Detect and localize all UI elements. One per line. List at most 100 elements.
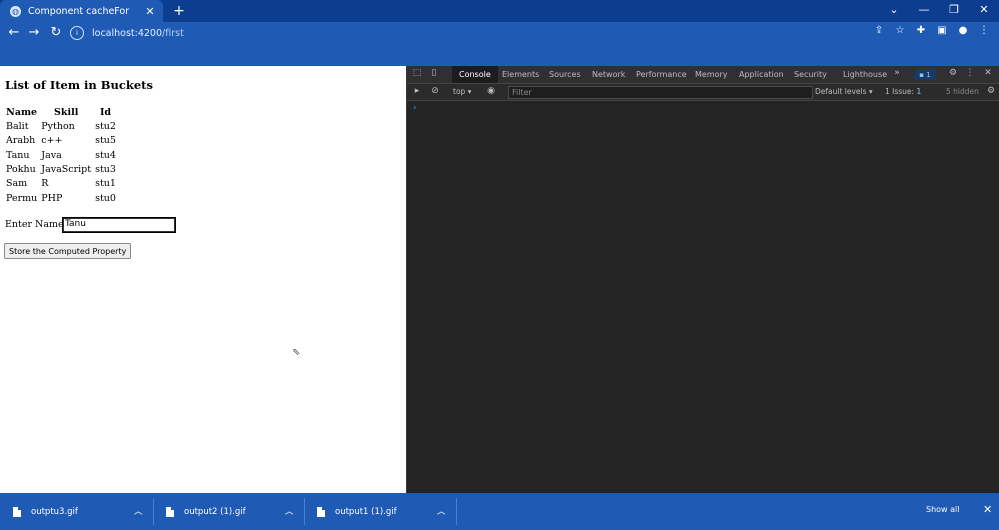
share-icon[interactable]: ⇪ [872,25,886,36]
cell-id: stu2 [95,121,116,133]
reload-button[interactable]: ↻ [48,25,64,40]
download-filename: output1 (1).gif [335,506,397,517]
chevron-up-icon[interactable]: ︿ [285,505,294,517]
close-tab-icon[interactable]: ✕ [143,5,157,18]
cell-skill: c++ [41,135,63,147]
cell-name: Sam [6,178,28,190]
column-header-skill: Skill [54,107,79,118]
page-content: List of Item in Buckets Name Skill Id Ba… [0,66,406,493]
cell-id: stu0 [95,192,116,204]
download-filename: outptu3.gif [31,506,78,517]
console-settings-icon[interactable]: ⚙ [985,86,997,96]
minimize-button[interactable]: — [909,0,939,22]
window-controls: ⌄ — ❐ ✕ [879,0,999,22]
show-all-button[interactable]: Show all [926,505,959,514]
bookmarks-bar [0,44,999,66]
download-separator [456,498,457,525]
download-separator [304,498,305,525]
log-levels-label: Default levels [815,87,867,96]
back-button[interactable]: ← [6,25,22,40]
column-header-id: Id [99,107,112,118]
tab-title: Component cacheFor [28,5,130,17]
site-info-icon[interactable]: i [70,26,84,40]
forward-button[interactable]: → [26,25,42,40]
devtools-tab-lighthouse[interactable]: Lighthouse [843,66,887,83]
table-row: Arabh c++ stu5 [4,134,118,148]
issues-badge-count: 1 [926,70,931,79]
context-label: top [453,87,466,96]
url-path: /first [162,27,184,39]
restore-button[interactable]: ❐ [939,0,969,22]
cell-name: Tanu [6,149,30,161]
extensions-icon[interactable]: ✚ [914,25,928,36]
issues-badge[interactable]: ▪ 1 [914,69,936,80]
download-item[interactable]: output2 (1).gif [166,493,246,530]
cell-skill: PHP [41,192,63,204]
cell-name: Permu [6,192,38,204]
download-item[interactable]: outptu3.gif [13,493,78,530]
console-prompt-icon[interactable]: › [413,103,417,113]
more-tabs-icon[interactable]: » [891,68,903,78]
table-row: Tanu Java stu4 [4,149,118,163]
log-levels-dropdown[interactable]: Default levels ▾ [815,87,873,96]
devtools-tab-console[interactable]: Console [452,66,498,83]
address-bar[interactable]: i localhost:4200/first [70,25,910,41]
cell-id: stu1 [95,178,116,190]
bookmark-star-icon[interactable]: ☆ [893,25,907,36]
live-expression-eye-icon[interactable]: ◉ [485,86,497,96]
name-label: Enter Name : [5,219,70,230]
close-window-button[interactable]: ✕ [969,0,999,22]
devtools-tab-elements[interactable]: Elements [502,66,539,83]
url-host: localhost:4200 [92,27,163,39]
globe-icon: ◍ [10,5,21,17]
devtools-panel: ⬚ ▯ Console Elements Sources Network Per… [406,66,999,493]
browser-tab[interactable]: ◍ Component cacheFor ✕ [0,0,163,22]
side-panel-icon[interactable]: ▣ [935,25,949,36]
issues-counter[interactable]: 1 Issue: 1 [885,87,921,96]
clear-console-icon[interactable]: ⊘ [429,86,441,96]
cell-name: Pokhu [6,164,36,176]
file-icon [166,506,174,517]
download-item[interactable]: output1 (1).gif [317,493,397,530]
device-toolbar-icon[interactable]: ▯ [428,68,440,78]
devtools-tab-performance[interactable]: Performance [636,66,687,83]
cell-skill: Java [41,149,62,161]
devtools-tab-memory[interactable]: Memory [695,66,728,83]
close-downloads-icon[interactable]: ✕ [983,503,992,516]
chevron-up-icon[interactable]: ︿ [134,505,143,517]
mouse-cursor-icon: ⇖ [292,347,301,358]
context-selector[interactable]: top ▾ [453,87,471,96]
cell-name: Arabh [6,135,36,147]
devtools-tab-sources[interactable]: Sources [549,66,581,83]
download-filename: output2 (1).gif [184,506,246,517]
devtools-tab-security[interactable]: Security [794,66,827,83]
table-row: Pokhu JavaScript stu3 [4,163,118,177]
devtools-tab-application[interactable]: Application [739,66,784,83]
file-icon [13,506,21,517]
page-heading: List of Item in Buckets [5,78,153,92]
chevron-up-icon[interactable]: ︿ [437,505,446,517]
settings-gear-icon[interactable]: ⚙ [947,68,959,78]
name-input[interactable]: Tanu [62,217,176,233]
cell-id: stu4 [95,149,116,161]
issues-counter-value: 1 [916,87,922,96]
profile-icon[interactable]: ● [956,25,970,36]
close-devtools-icon[interactable]: ✕ [982,68,994,78]
console-filter-input[interactable]: Filter [508,86,813,99]
cell-skill: JavaScript [41,164,92,176]
inspect-element-icon[interactable]: ⬚ [411,68,423,78]
new-tab-button[interactable]: + [170,2,188,20]
tab-search-icon[interactable]: ⌄ [879,0,909,22]
downloads-bar: outptu3.gif ︿ output2 (1).gif ︿ output1 … [0,493,999,530]
store-computed-property-button[interactable]: Store the Computed Property [4,243,132,259]
cell-id: stu5 [95,135,116,147]
cell-id: stu3 [95,164,116,176]
devtools-tab-network[interactable]: Network [592,66,625,83]
cell-skill: R [41,178,49,190]
devtools-menu-icon[interactable]: ⋮ [964,68,976,78]
sidebar-toggle-icon[interactable]: ▸ [411,86,423,96]
menu-icon[interactable]: ⋮ [977,25,991,36]
table-row: Balit Python stu2 [4,120,118,134]
tab-strip: ◍ Component cacheFor ✕ + ⌄ — ❐ ✕ [0,0,999,22]
table-row: Sam R stu1 [4,177,118,191]
